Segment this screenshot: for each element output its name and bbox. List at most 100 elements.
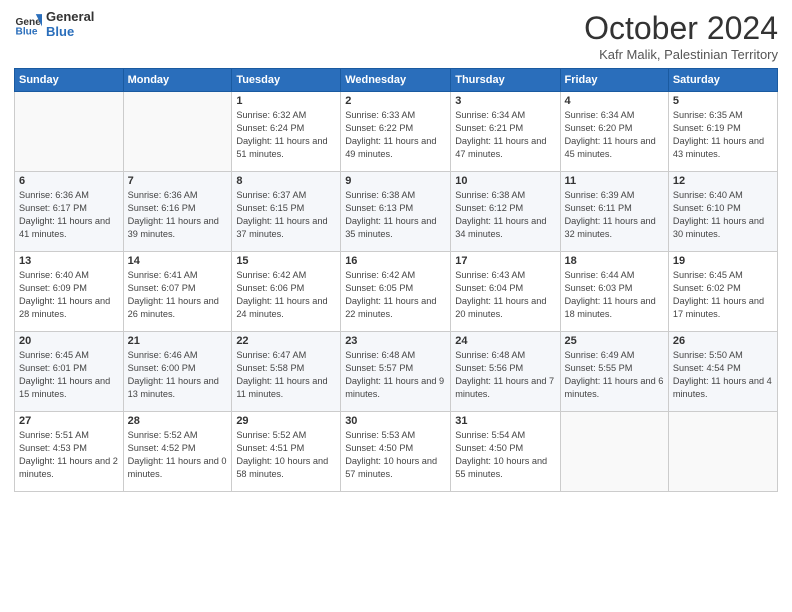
day-number: 12: [673, 175, 773, 187]
day-info: Sunrise: 6:45 AM Sunset: 6:01 PM Dayligh…: [19, 349, 119, 401]
day-number: 15: [236, 255, 336, 267]
day-number: 13: [19, 255, 119, 267]
day-info: Sunrise: 5:54 AM Sunset: 4:50 PM Dayligh…: [455, 429, 555, 481]
calendar-week-row: 6 Sunrise: 6:36 AM Sunset: 6:17 PM Daylig…: [15, 172, 778, 252]
calendar-cell: 29Sunrise: 5:52 AM Sunset: 4:51 PM Dayli…: [232, 412, 341, 492]
day-info: Sunrise: 6:40 AM Sunset: 6:09 PM Dayligh…: [19, 269, 119, 321]
calendar-cell: 21 Sunrise: 6:46 AM Sunset: 6:00 PM Dayli…: [123, 332, 232, 412]
day-info: Sunrise: 6:38 AM Sunset: 6:12 PM Dayligh…: [455, 189, 555, 241]
calendar-cell: [123, 92, 232, 172]
day-info: Sunrise: 5:51 AM Sunset: 4:53 PM Dayligh…: [19, 429, 119, 481]
day-info: Sunrise: 6:34 AM Sunset: 6:21 PM Dayligh…: [455, 109, 555, 161]
calendar-cell: 12 Sunrise: 6:40 AM Sunset: 6:10 PM Dayli…: [668, 172, 777, 252]
day-info: Sunrise: 5:50 AM Sunset: 4:54 PM Dayligh…: [673, 349, 773, 401]
day-header-tuesday: Tuesday: [232, 69, 341, 92]
day-info: Sunrise: 6:33 AM Sunset: 6:22 PM Dayligh…: [345, 109, 446, 161]
day-info: Sunrise: 6:42 AM Sunset: 6:06 PM Dayligh…: [236, 269, 336, 321]
day-info: Sunrise: 6:48 AM Sunset: 5:57 PM Dayligh…: [345, 349, 446, 401]
day-number: 27: [19, 415, 119, 427]
day-number: 10: [455, 175, 555, 187]
calendar-cell: 10 Sunrise: 6:38 AM Sunset: 6:12 PM Dayli…: [451, 172, 560, 252]
day-number: 2: [345, 95, 446, 107]
location-subtitle: Kafr Malik, Palestinian Territory: [584, 47, 778, 62]
calendar-cell: 4Sunrise: 6:34 AM Sunset: 6:20 PM Daylig…: [560, 92, 668, 172]
calendar-cell: [560, 412, 668, 492]
calendar-cell: 13 Sunrise: 6:40 AM Sunset: 6:09 PM Dayli…: [15, 252, 124, 332]
day-number: 11: [565, 175, 664, 187]
day-number: 20: [19, 335, 119, 347]
day-number: 9: [345, 175, 446, 187]
calendar-cell: 11 Sunrise: 6:39 AM Sunset: 6:11 PM Dayli…: [560, 172, 668, 252]
calendar-table: SundayMondayTuesdayWednesdayThursdayFrid…: [14, 68, 778, 492]
day-number: 7: [128, 175, 228, 187]
day-number: 29: [236, 415, 336, 427]
day-number: 5: [673, 95, 773, 107]
month-title: October 2024: [584, 10, 778, 47]
day-info: Sunrise: 6:39 AM Sunset: 6:11 PM Dayligh…: [565, 189, 664, 241]
calendar-cell: 8Sunrise: 6:37 AM Sunset: 6:15 PM Daylig…: [232, 172, 341, 252]
calendar-cell: 27 Sunrise: 5:51 AM Sunset: 4:53 PM Dayli…: [15, 412, 124, 492]
calendar-header-row: SundayMondayTuesdayWednesdayThursdayFrid…: [15, 69, 778, 92]
day-header-thursday: Thursday: [451, 69, 560, 92]
day-number: 21: [128, 335, 228, 347]
day-number: 23: [345, 335, 446, 347]
day-info: Sunrise: 6:36 AM Sunset: 6:17 PM Dayligh…: [19, 189, 119, 241]
calendar-cell: 19Sunrise: 6:45 AM Sunset: 6:02 PM Dayli…: [668, 252, 777, 332]
calendar-cell: [15, 92, 124, 172]
day-header-wednesday: Wednesday: [341, 69, 451, 92]
calendar-cell: 17Sunrise: 6:43 AM Sunset: 6:04 PM Dayli…: [451, 252, 560, 332]
day-number: 3: [455, 95, 555, 107]
calendar-cell: 14 Sunrise: 6:41 AM Sunset: 6:07 PM Dayli…: [123, 252, 232, 332]
day-header-sunday: Sunday: [15, 69, 124, 92]
calendar-cell: 15 Sunrise: 6:42 AM Sunset: 6:06 PM Dayli…: [232, 252, 341, 332]
header: General Blue General Blue October 2024 K…: [14, 10, 778, 62]
day-number: 30: [345, 415, 446, 427]
calendar-cell: 2 Sunrise: 6:33 AM Sunset: 6:22 PM Daylig…: [341, 92, 451, 172]
day-header-friday: Friday: [560, 69, 668, 92]
calendar-cell: 5 Sunrise: 6:35 AM Sunset: 6:19 PM Daylig…: [668, 92, 777, 172]
day-number: 28: [128, 415, 228, 427]
calendar-week-row: 20 Sunrise: 6:45 AM Sunset: 6:01 PM Dayli…: [15, 332, 778, 412]
title-block: October 2024 Kafr Malik, Palestinian Ter…: [584, 10, 778, 62]
day-info: Sunrise: 5:53 AM Sunset: 4:50 PM Dayligh…: [345, 429, 446, 481]
calendar-cell: 26 Sunrise: 5:50 AM Sunset: 4:54 PM Dayli…: [668, 332, 777, 412]
logo-blue-text: Blue: [46, 25, 94, 40]
day-number: 8: [236, 175, 336, 187]
calendar-cell: 7 Sunrise: 6:36 AM Sunset: 6:16 PM Daylig…: [123, 172, 232, 252]
calendar-cell: 18Sunrise: 6:44 AM Sunset: 6:03 PM Dayli…: [560, 252, 668, 332]
calendar-cell: 30 Sunrise: 5:53 AM Sunset: 4:50 PM Dayli…: [341, 412, 451, 492]
calendar-cell: 24Sunrise: 6:48 AM Sunset: 5:56 PM Dayli…: [451, 332, 560, 412]
calendar-week-row: 27 Sunrise: 5:51 AM Sunset: 4:53 PM Dayli…: [15, 412, 778, 492]
day-info: Sunrise: 6:36 AM Sunset: 6:16 PM Dayligh…: [128, 189, 228, 241]
day-number: 18: [565, 255, 664, 267]
logo: General Blue General Blue: [14, 10, 94, 40]
day-info: Sunrise: 5:52 AM Sunset: 4:52 PM Dayligh…: [128, 429, 228, 481]
day-info: Sunrise: 6:42 AM Sunset: 6:05 PM Dayligh…: [345, 269, 446, 321]
calendar-cell: 28 Sunrise: 5:52 AM Sunset: 4:52 PM Dayli…: [123, 412, 232, 492]
calendar-cell: 31 Sunrise: 5:54 AM Sunset: 4:50 PM Dayli…: [451, 412, 560, 492]
calendar-cell: 22Sunrise: 6:47 AM Sunset: 5:58 PM Dayli…: [232, 332, 341, 412]
day-info: Sunrise: 6:46 AM Sunset: 6:00 PM Dayligh…: [128, 349, 228, 401]
day-header-saturday: Saturday: [668, 69, 777, 92]
day-info: Sunrise: 6:38 AM Sunset: 6:13 PM Dayligh…: [345, 189, 446, 241]
day-info: Sunrise: 6:35 AM Sunset: 6:19 PM Dayligh…: [673, 109, 773, 161]
calendar-cell: 1Sunrise: 6:32 AM Sunset: 6:24 PM Daylig…: [232, 92, 341, 172]
calendar-body: 1Sunrise: 6:32 AM Sunset: 6:24 PM Daylig…: [15, 92, 778, 492]
day-info: Sunrise: 6:41 AM Sunset: 6:07 PM Dayligh…: [128, 269, 228, 321]
day-info: Sunrise: 6:34 AM Sunset: 6:20 PM Dayligh…: [565, 109, 664, 161]
calendar-week-row: 1Sunrise: 6:32 AM Sunset: 6:24 PM Daylig…: [15, 92, 778, 172]
calendar-cell: 6 Sunrise: 6:36 AM Sunset: 6:17 PM Daylig…: [15, 172, 124, 252]
day-info: Sunrise: 6:32 AM Sunset: 6:24 PM Dayligh…: [236, 109, 336, 161]
day-number: 14: [128, 255, 228, 267]
calendar-cell: 25Sunrise: 6:49 AM Sunset: 5:55 PM Dayli…: [560, 332, 668, 412]
day-number: 6: [19, 175, 119, 187]
day-number: 19: [673, 255, 773, 267]
day-number: 31: [455, 415, 555, 427]
day-number: 16: [345, 255, 446, 267]
day-info: Sunrise: 6:40 AM Sunset: 6:10 PM Dayligh…: [673, 189, 773, 241]
calendar-cell: 3 Sunrise: 6:34 AM Sunset: 6:21 PM Daylig…: [451, 92, 560, 172]
day-header-monday: Monday: [123, 69, 232, 92]
day-number: 26: [673, 335, 773, 347]
day-info: Sunrise: 6:48 AM Sunset: 5:56 PM Dayligh…: [455, 349, 555, 401]
day-info: Sunrise: 6:43 AM Sunset: 6:04 PM Dayligh…: [455, 269, 555, 321]
